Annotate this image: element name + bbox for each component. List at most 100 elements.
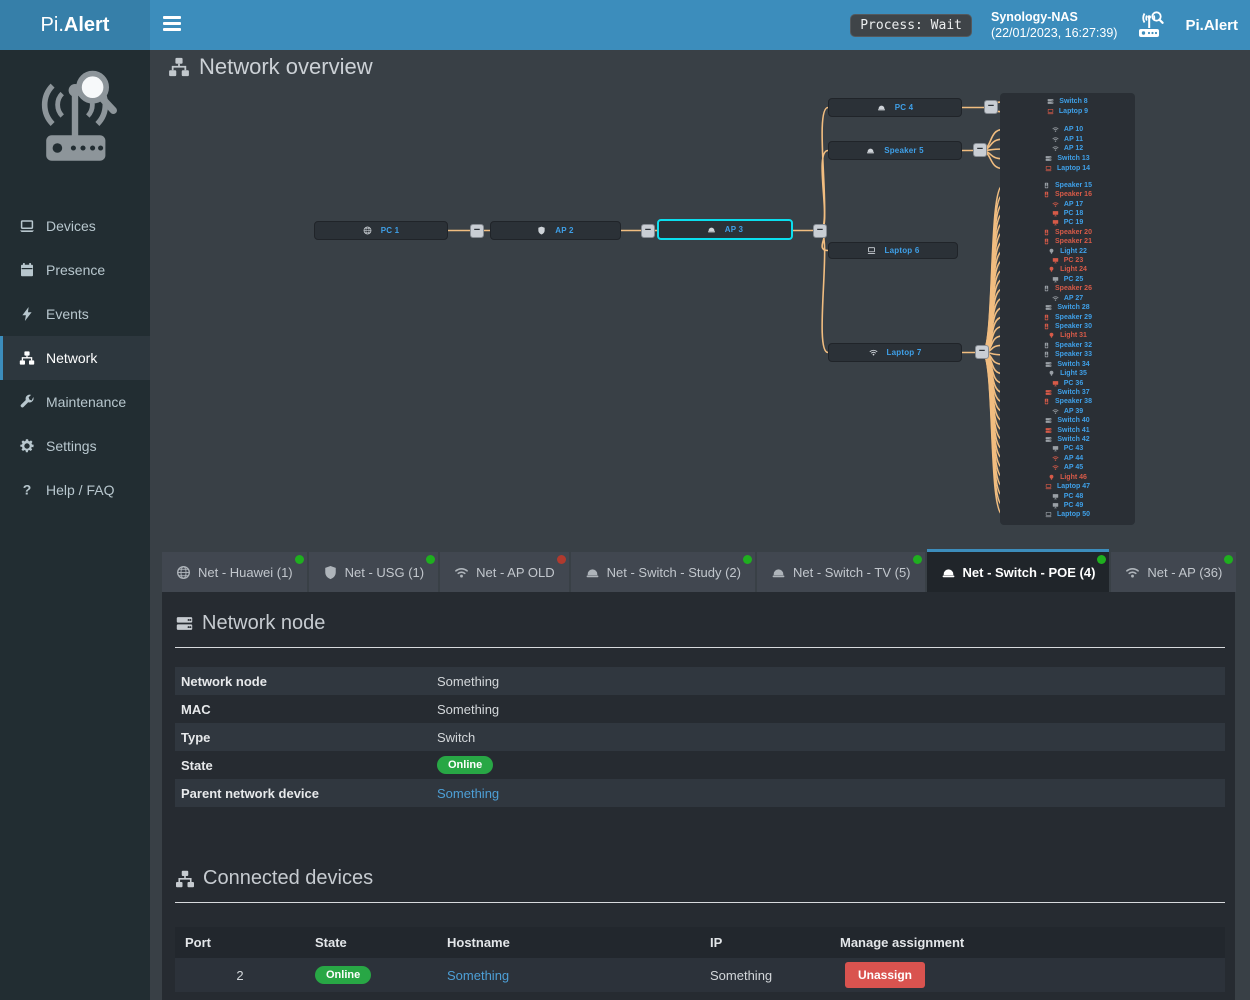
leaf-device-label: PC 48 xyxy=(1064,493,1083,500)
sidebar-item-help-faq[interactable]: ?Help / FAQ xyxy=(0,468,150,512)
leaf-device-switch-13[interactable]: Switch 13 xyxy=(1002,154,1133,164)
tab-label: Net - Huawei (1) xyxy=(198,565,293,580)
leaf-device-speaker-32[interactable]: Speaker 32 xyxy=(1002,341,1133,350)
bulb-icon xyxy=(1048,332,1055,339)
sidebar-item-settings[interactable]: Settings xyxy=(0,424,150,468)
tab-net-ap-old[interactable]: Net - AP OLD xyxy=(440,552,569,592)
network-node-tabs: Net - Huawei (1) Net - USG (1)Net - AP OL… xyxy=(162,549,1247,592)
sidebar-item-events[interactable]: Events xyxy=(0,292,150,336)
leaf-device-ap-45[interactable]: AP 45 xyxy=(1002,463,1133,472)
leaf-device-speaker-20[interactable]: Speaker 20 xyxy=(1002,228,1133,237)
sidebar-item-presence[interactable]: Presence xyxy=(0,248,150,292)
leaf-device-light-31[interactable]: Light 31 xyxy=(1002,331,1133,340)
leaf-device-switch-37[interactable]: Switch 37 xyxy=(1002,388,1133,397)
collapse-branch-handle[interactable]: − xyxy=(984,100,998,114)
leaf-device-laptop-47[interactable]: Laptop 47 xyxy=(1002,482,1133,491)
tab-net-huawei-1[interactable]: Net - Huawei (1) xyxy=(162,552,307,592)
tab-net-ap-36[interactable]: Net - AP (36) xyxy=(1111,552,1236,592)
topology-node-laptop-7[interactable]: Laptop 7 xyxy=(828,343,962,362)
leaf-device-laptop-14[interactable]: Laptop 14 xyxy=(1002,164,1133,174)
leaf-device-speaker-33[interactable]: Speaker 33 xyxy=(1002,350,1133,359)
collapse-branch-handle[interactable]: − xyxy=(973,143,987,157)
leaf-device-speaker-30[interactable]: Speaker 30 xyxy=(1002,322,1133,331)
leaf-device-speaker-15[interactable]: Speaker 15 xyxy=(1002,181,1133,190)
page-title: Network overview xyxy=(168,54,373,80)
laptop-icon xyxy=(18,218,36,234)
wifi-icon xyxy=(1125,565,1140,580)
leaf-device-light-35[interactable]: Light 35 xyxy=(1002,369,1133,378)
sidebar-toggle-button[interactable] xyxy=(163,16,183,34)
leaf-device-pc-18[interactable]: PC 18 xyxy=(1002,209,1133,218)
sidebar-item-network[interactable]: Network xyxy=(0,336,150,380)
leaf-device-speaker-16[interactable]: Speaker 16 xyxy=(1002,190,1133,199)
row-label: MAC xyxy=(175,702,437,717)
wrench-icon xyxy=(18,394,36,410)
parent-device-link[interactable]: Something xyxy=(437,786,499,801)
app-logo[interactable]: Pi.Alert xyxy=(0,0,150,50)
leaf-device-ap-12[interactable]: AP 12 xyxy=(1002,144,1133,154)
leaf-device-switch-42[interactable]: Switch 42 xyxy=(1002,435,1133,444)
leaf-device-speaker-21[interactable]: Speaker 21 xyxy=(1002,237,1133,246)
leaf-device-pc-25[interactable]: PC 25 xyxy=(1002,275,1133,284)
topology-node-ap-2[interactable]: AP 2 xyxy=(490,221,621,240)
leaf-device-speaker-29[interactable]: Speaker 29 xyxy=(1002,312,1133,321)
leaf-device-ap-10[interactable]: AP 10 xyxy=(1002,125,1133,135)
server-icon xyxy=(1045,304,1052,311)
leaf-device-laptop-9[interactable]: Laptop 9 xyxy=(1002,107,1133,117)
topology-node-ap-3[interactable]: AP 3 xyxy=(657,219,793,240)
tab-net-switch-tv-5[interactable]: Net - Switch - TV (5) xyxy=(757,552,925,592)
leaf-device-pc-49[interactable]: PC 49 xyxy=(1002,501,1133,510)
sidebar-item-devices[interactable]: Devices xyxy=(0,204,150,248)
leaf-device-pc-43[interactable]: PC 43 xyxy=(1002,444,1133,453)
sidebar-item-maintenance[interactable]: Maintenance xyxy=(0,380,150,424)
tab-net-switch-poe-4[interactable]: Net - Switch - POE (4) xyxy=(927,549,1110,592)
leaf-device-label: Switch 40 xyxy=(1057,417,1089,424)
laptop-icon xyxy=(867,246,876,255)
leaf-device-switch-34[interactable]: Switch 34 xyxy=(1002,359,1133,368)
leaf-device-ap-17[interactable]: AP 17 xyxy=(1002,199,1133,208)
leaf-device-light-46[interactable]: Light 46 xyxy=(1002,473,1133,482)
collapse-branch-handle[interactable]: − xyxy=(813,224,827,238)
leaf-device-speaker-38[interactable]: Speaker 38 xyxy=(1002,397,1133,406)
leaf-device-label: Switch 42 xyxy=(1057,436,1089,443)
leaf-device-switch-28[interactable]: Switch 28 xyxy=(1002,303,1133,312)
leaf-device-speaker-26[interactable]: Speaker 26 xyxy=(1002,284,1133,293)
hostname-link[interactable]: Something xyxy=(447,968,509,983)
unassign-button[interactable]: Unassign xyxy=(845,962,925,988)
leaf-device-ap-27[interactable]: AP 27 xyxy=(1002,294,1133,303)
leaf-device-ap-39[interactable]: AP 39 xyxy=(1002,407,1133,416)
leaf-device-switch-40[interactable]: Switch 40 xyxy=(1002,416,1133,425)
leaf-device-light-24[interactable]: Light 24 xyxy=(1002,265,1133,274)
leaf-device-label: Speaker 33 xyxy=(1055,351,1092,358)
leaf-device-light-22[interactable]: Light 22 xyxy=(1002,246,1133,255)
router-scan-icon xyxy=(1136,10,1166,40)
tab-net-switch-study-2[interactable]: Net - Switch - Study (2) xyxy=(571,552,755,592)
collapse-branch-handle[interactable]: − xyxy=(641,224,655,238)
collapse-branch-handle[interactable]: − xyxy=(470,224,484,238)
leaf-device-laptop-50[interactable]: Laptop 50 xyxy=(1002,510,1133,519)
leaf-device-label: Speaker 30 xyxy=(1055,323,1092,330)
collapse-branch-handle[interactable]: − xyxy=(975,345,989,359)
network-node-table: Network nodeSomethingMACSomethingTypeSwi… xyxy=(175,667,1225,807)
leaf-device-pc-36[interactable]: PC 36 xyxy=(1002,378,1133,387)
row-value: Something xyxy=(437,702,1225,717)
leaf-device-ap-44[interactable]: AP 44 xyxy=(1002,454,1133,463)
header-right: Process: Wait Synology-NAS (22/01/2023, … xyxy=(850,0,1238,50)
tab-label: Net - Switch - Study (2) xyxy=(607,565,741,580)
leaf-device-label: Speaker 32 xyxy=(1055,342,1092,349)
leaf-device-switch-8[interactable]: Switch 8 xyxy=(1002,97,1133,107)
topology-node-pc-4[interactable]: PC 4 xyxy=(828,98,962,117)
topology-node-speaker-5[interactable]: Speaker 5 xyxy=(828,141,962,160)
leaf-device-switch-41[interactable]: Switch 41 xyxy=(1002,425,1133,434)
topology-node-pc-1[interactable]: PC 1 xyxy=(314,221,448,240)
leaf-device-pc-48[interactable]: PC 48 xyxy=(1002,491,1133,500)
leaf-device-ap-11[interactable]: AP 11 xyxy=(1002,134,1133,144)
tab-net-usg-1[interactable]: Net - USG (1) xyxy=(309,552,438,592)
leaf-device-label: Speaker 38 xyxy=(1055,398,1092,405)
display-icon xyxy=(1052,219,1059,226)
node-details-panel: Network node Network nodeSomethingMACSom… xyxy=(162,592,1235,1000)
topology-node-laptop-6[interactable]: Laptop 6 xyxy=(828,242,958,259)
leaf-device-pc-23[interactable]: PC 23 xyxy=(1002,256,1133,265)
speaker-icon xyxy=(1043,285,1050,292)
leaf-device-pc-19[interactable]: PC 19 xyxy=(1002,218,1133,227)
